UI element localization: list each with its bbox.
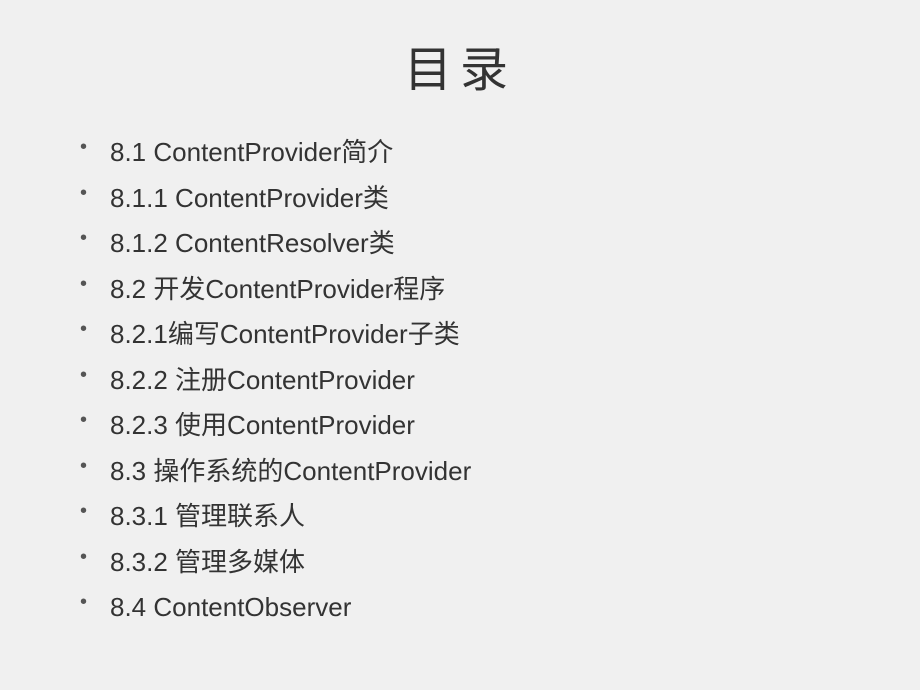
toc-item: 8.4 ContentObserver [80, 585, 860, 631]
toc-item: 8.2 开发ContentProvider程序 [80, 267, 860, 313]
toc-item: 8.2.1编写ContentProvider子类 [80, 312, 860, 358]
toc-item: 8.3 操作系统的ContentProvider [80, 449, 860, 495]
toc-item: 8.3.2 管理多媒体 [80, 540, 860, 586]
toc-item: 8.1.1 ContentProvider类 [80, 176, 860, 222]
toc-item: 8.1.2 ContentResolver类 [80, 221, 860, 267]
toc-item: 8.2.2 注册ContentProvider [80, 358, 860, 404]
page-title: 目录 [60, 30, 860, 100]
toc-item: 8.2.3 使用ContentProvider [80, 403, 860, 449]
toc-item: 8.1 ContentProvider简介 [80, 130, 860, 176]
toc-list: 8.1 ContentProvider简介 8.1.1 ContentProvi… [60, 130, 860, 631]
toc-item: 8.3.1 管理联系人 [80, 494, 860, 540]
